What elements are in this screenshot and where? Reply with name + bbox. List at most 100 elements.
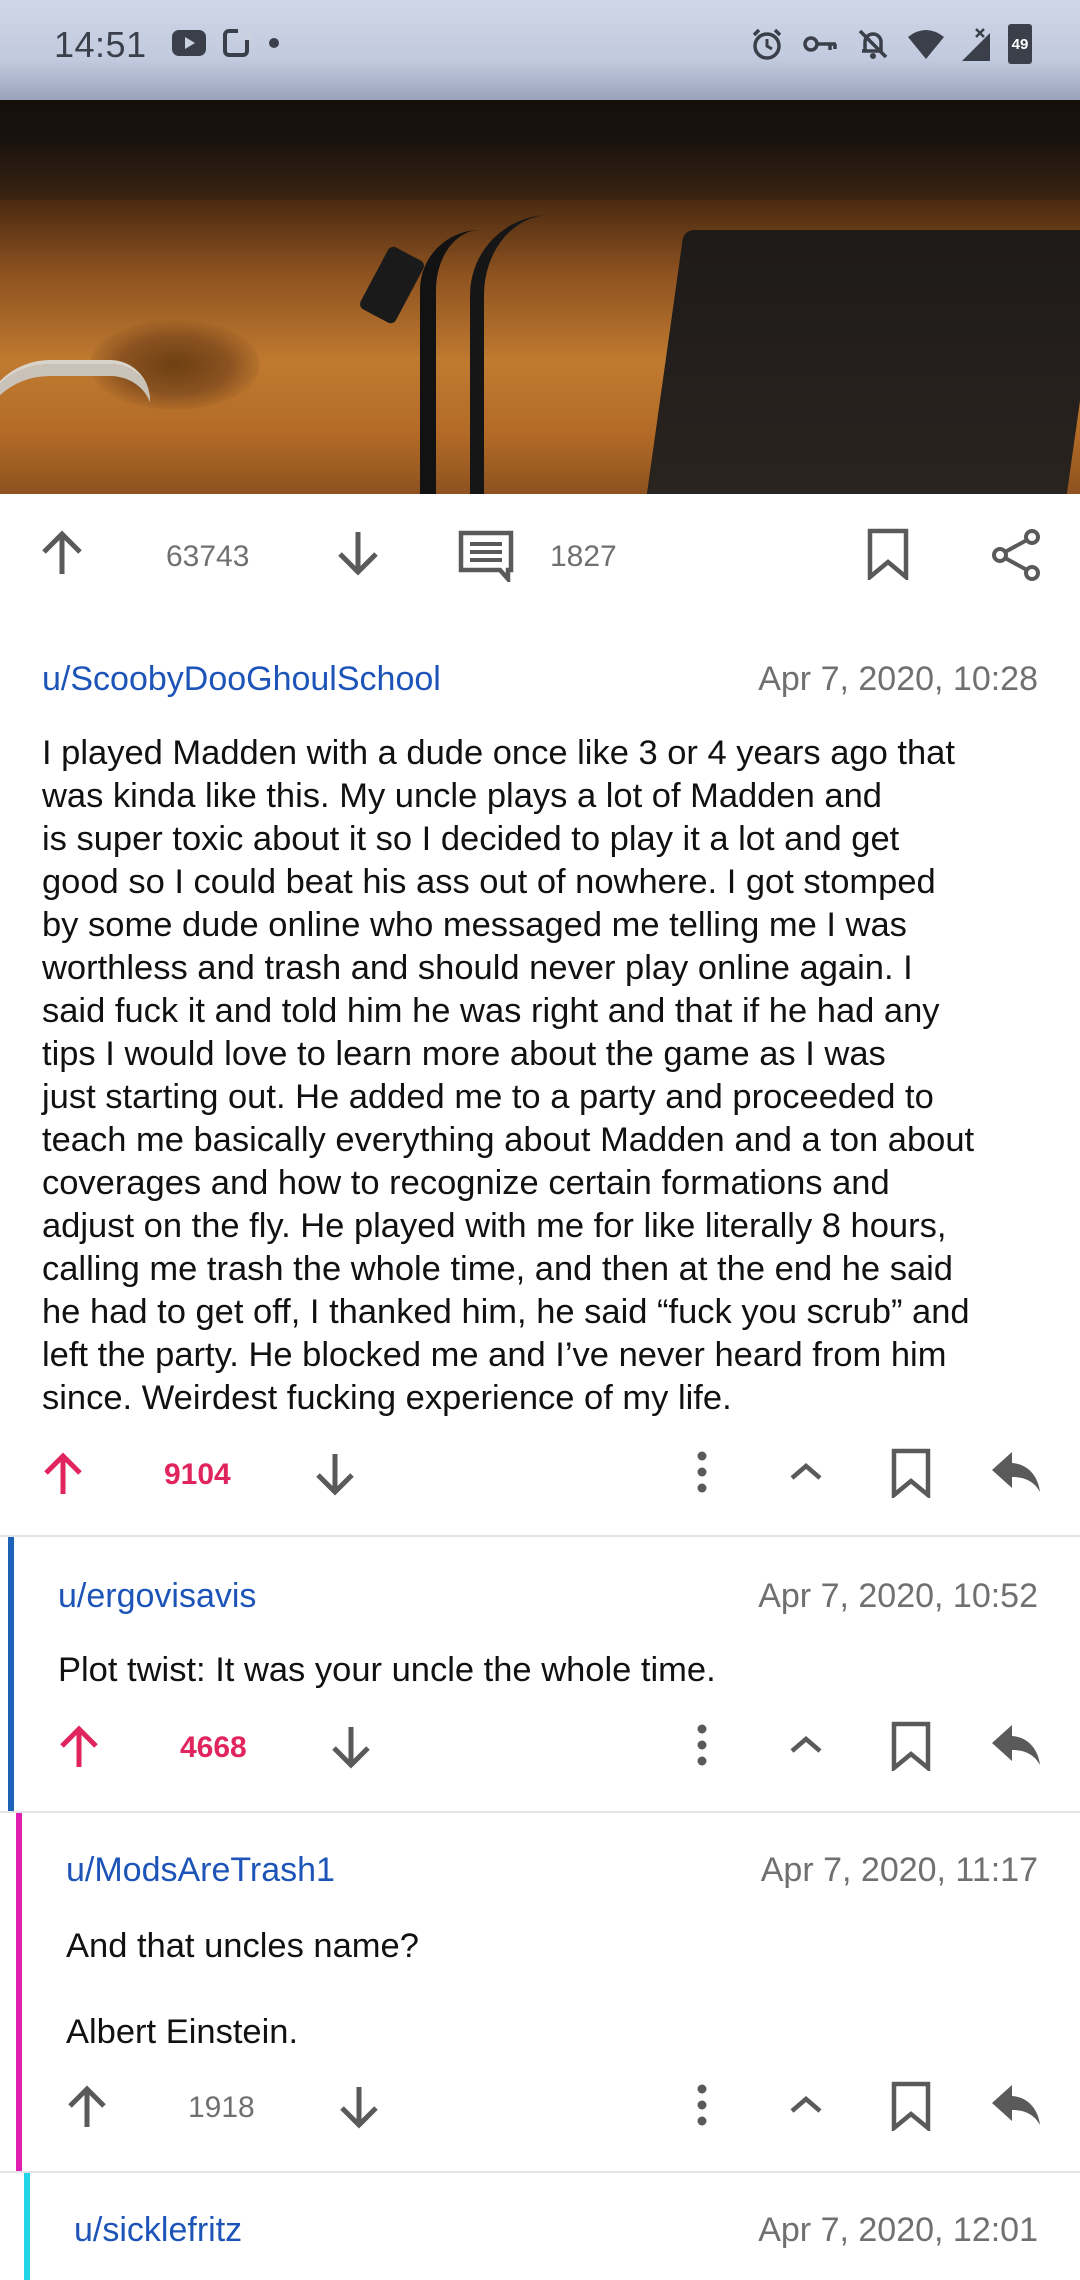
- image-dark-box: [646, 230, 1080, 494]
- post-upvote-button[interactable]: [38, 528, 86, 578]
- comment-upvote-button[interactable]: [56, 1723, 102, 1776]
- arrow-up-icon: [40, 1450, 86, 1498]
- battery-icon: 49: [1008, 24, 1032, 64]
- comment-reply-button[interactable]: [990, 2083, 1042, 2132]
- comment-4: u/sicklefritz Apr 7, 2020, 12:01: [0, 2173, 1080, 2280]
- comment-collapse-button[interactable]: [786, 1460, 826, 1489]
- more-vertical-icon: [688, 2081, 716, 2129]
- comment-line: coverages and how to recognize certain f…: [42, 1164, 890, 1202]
- alarm-icon: [750, 27, 784, 61]
- comment-score: 4668: [180, 1731, 247, 1764]
- comment-line: Albert Einstein.: [66, 2013, 299, 2051]
- comment-2: u/ergovisavis Apr 7, 2020, 10:52 Plot tw…: [0, 1537, 1080, 1811]
- comment-line: adjust on the fly. He played with me for…: [42, 1207, 947, 1245]
- comment-line: I played Madden with a dude once like 3 …: [42, 734, 955, 772]
- post-downvote-button[interactable]: [334, 528, 382, 578]
- comment-line: was kinda like this. My uncle plays a lo…: [42, 777, 882, 815]
- image-white-wires: [0, 360, 150, 494]
- comment-collapse-button[interactable]: [786, 1733, 826, 1762]
- post-comments-button[interactable]: [458, 530, 514, 582]
- comment-line: just starting out. He added me to a part…: [42, 1078, 934, 1116]
- bookmark-icon: [890, 2081, 932, 2131]
- bookmark-icon: [866, 528, 910, 580]
- thread-depth-bar: [16, 1813, 22, 2171]
- comment-date: Apr 7, 2020, 12:01: [758, 2211, 1038, 2249]
- arrow-up-icon: [64, 2083, 110, 2131]
- comment-more-button[interactable]: [688, 1448, 716, 1501]
- comment-body: And that uncles name? Albert Einstein.: [66, 1925, 1036, 2054]
- comment-1: u/ScoobyDooGhoulSchool Apr 7, 2020, 10:2…: [0, 620, 1080, 1535]
- status-bar: 14:51 49: [0, 0, 1080, 90]
- arrow-up-icon: [38, 528, 86, 578]
- comment-collapse-button[interactable]: [786, 2093, 826, 2122]
- post-comment-count: 1827: [550, 540, 617, 573]
- arrow-down-icon: [312, 1450, 358, 1498]
- comment-author[interactable]: u/ScoobyDooGhoulSchool: [42, 660, 441, 699]
- comment-score: 1918: [188, 2091, 255, 2124]
- comment-more-button[interactable]: [688, 1721, 716, 1774]
- status-time: 14:51: [54, 24, 147, 65]
- wifi-icon: [908, 29, 944, 59]
- signal-icon: [962, 27, 990, 61]
- comment-upvote-button[interactable]: [40, 1450, 86, 1503]
- comment-line: tips I would love to learn more about th…: [42, 1035, 886, 1073]
- comment-upvote-button[interactable]: [64, 2083, 110, 2136]
- chevron-up-icon: [786, 1733, 826, 1757]
- comment-author[interactable]: u/sicklefritz: [74, 2211, 242, 2250]
- comment-reply-button[interactable]: [990, 1723, 1042, 1772]
- screen-icon: [222, 28, 252, 58]
- post-share-button[interactable]: [990, 528, 1042, 582]
- reply-icon: [990, 1450, 1042, 1494]
- image-cable-2: [470, 215, 604, 494]
- chevron-up-icon: [786, 1460, 826, 1484]
- bookmark-icon: [890, 1721, 932, 1771]
- thread-depth-bar: [24, 2173, 30, 2280]
- comment-save-button[interactable]: [890, 2081, 932, 2136]
- comment-date: Apr 7, 2020, 11:17: [760, 1851, 1038, 1889]
- bookmark-icon: [890, 1448, 932, 1498]
- post-save-button[interactable]: [866, 528, 910, 580]
- comment-body: I played Madden with a dude once like 3 …: [42, 732, 1052, 1420]
- thread-depth-bar: [8, 1537, 14, 1811]
- reply-icon: [990, 2083, 1042, 2127]
- comment-body: Plot twist: It was your uncle the whole …: [58, 1649, 1038, 1692]
- comment-more-button[interactable]: [688, 2081, 716, 2134]
- comment-line: he had to get off, I thanked him, he sai…: [42, 1293, 970, 1331]
- comment-line: And that uncles name?: [66, 1927, 419, 1965]
- comment-line: good so I could beat his ass out of nowh…: [42, 863, 936, 901]
- dot-icon: [268, 37, 280, 49]
- comment-line: calling me trash the whole time, and the…: [42, 1250, 953, 1288]
- comment-line: left the party. He blocked me and I’ve n…: [42, 1336, 947, 1374]
- comment-reply-button[interactable]: [990, 1450, 1042, 1499]
- comment-line: by some dude online who messaged me tell…: [42, 906, 907, 944]
- post-upvote-count: 63743: [166, 540, 250, 573]
- comment-save-button[interactable]: [890, 1448, 932, 1503]
- comment-downvote-button[interactable]: [312, 1450, 358, 1503]
- youtube-icon: [172, 30, 206, 56]
- comment-author[interactable]: u/ergovisavis: [58, 1577, 256, 1616]
- comment-line: since. Weirdest fucking experience of my…: [42, 1379, 732, 1417]
- chevron-up-icon: [786, 2093, 826, 2117]
- comment-author[interactable]: u/ModsAreTrash1: [66, 1851, 335, 1890]
- comment-date: Apr 7, 2020, 10:52: [758, 1577, 1038, 1615]
- status-right-icons: 49: [750, 24, 1032, 64]
- post-action-bar: 63743 1827: [0, 494, 1080, 620]
- comment-downvote-button[interactable]: [336, 2083, 382, 2136]
- arrow-down-icon: [336, 2083, 382, 2131]
- reply-icon: [990, 1723, 1042, 1767]
- comment-downvote-button[interactable]: [328, 1723, 374, 1776]
- key-icon: [802, 32, 838, 56]
- comment-line: worthless and trash and should never pla…: [42, 949, 913, 987]
- share-icon: [990, 528, 1042, 582]
- comment-save-button[interactable]: [890, 1721, 932, 1776]
- comment-line: Plot twist: It was your uncle the whole …: [58, 1651, 716, 1689]
- arrow-up-icon: [56, 1723, 102, 1771]
- comment-icon: [458, 530, 514, 582]
- arrow-down-icon: [328, 1723, 374, 1771]
- comment-line: is super toxic about it so I decided to …: [42, 820, 900, 858]
- comment-line: said fuck it and told him he was right a…: [42, 992, 940, 1030]
- more-vertical-icon: [688, 1448, 716, 1496]
- comment-date: Apr 7, 2020, 10:28: [758, 660, 1038, 698]
- bell-off-icon: [856, 27, 890, 61]
- comment-score: 9104: [164, 1458, 231, 1491]
